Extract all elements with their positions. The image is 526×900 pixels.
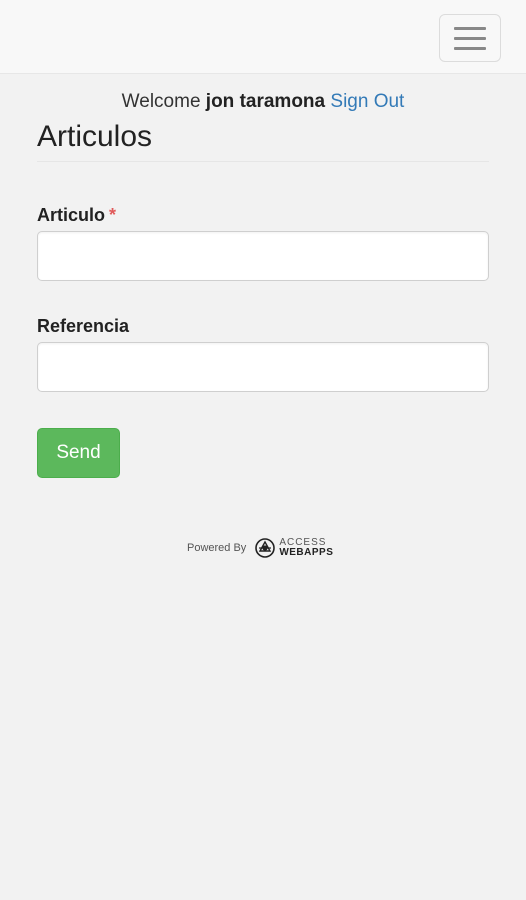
menu-toggle-button[interactable] — [439, 14, 501, 62]
articulo-label: Articulo * — [37, 204, 116, 226]
welcome-message: Welcome jon taramona Sign Out — [0, 90, 526, 114]
send-button[interactable]: Send — [37, 428, 120, 478]
required-marker: * — [109, 205, 117, 225]
access-webapps-logo: ACCESS WEBAPPS — [255, 537, 333, 559]
welcome-prefix: Welcome — [121, 91, 201, 112]
hamburger-icon-bar — [454, 36, 486, 40]
referencia-label-text: Referencia — [37, 316, 130, 336]
referencia-input[interactable] — [37, 342, 489, 392]
sign-out-link[interactable]: Sign Out — [330, 91, 404, 112]
page-title: Articulos — [37, 120, 153, 153]
powered-by-text: Powered By — [187, 542, 247, 554]
hamburger-icon-bar — [454, 26, 486, 30]
footer: Powered By ACCESS WEBAPPS — [187, 535, 333, 561]
articulo-input[interactable] — [37, 231, 489, 281]
referencia-label: Referencia — [37, 315, 129, 337]
articulo-label-text: Articulo — [37, 205, 106, 225]
navbar — [0, 0, 526, 74]
hamburger-icon-bar — [454, 46, 486, 50]
access-webapps-logo-icon — [255, 538, 276, 558]
user-name: jon taramona — [205, 91, 326, 112]
logo-line-2: WEBAPPS — [279, 547, 334, 558]
title-divider — [37, 161, 489, 162]
